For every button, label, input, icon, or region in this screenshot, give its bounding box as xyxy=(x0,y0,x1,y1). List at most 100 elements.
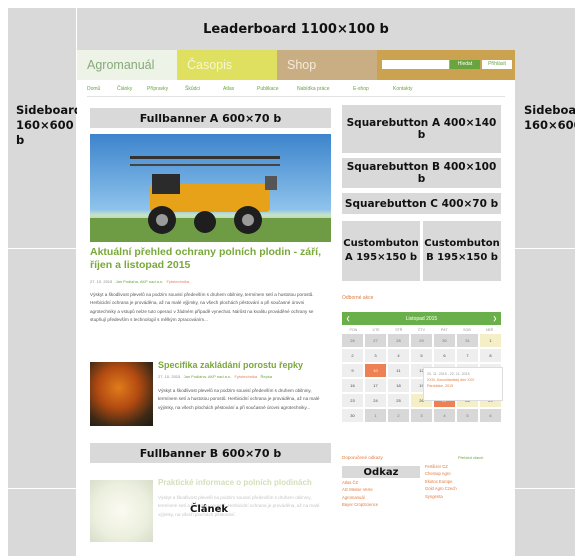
custombutton-b-ad[interactable]: Custombuton B 195×150 b xyxy=(423,221,501,281)
nav-item-nabidka-prace[interactable]: Nabídka práce xyxy=(297,81,353,97)
article-1-author[interactable]: Jan Podlaha, AKP nad a.s. xyxy=(116,279,164,284)
nav-item-skudci[interactable]: Škůdci xyxy=(185,81,223,97)
site-preview: Agromanuál Časopis Shop Hledat Přihlásit… xyxy=(77,50,515,556)
nav-item-clanky[interactable]: Články xyxy=(117,81,147,97)
tab-shop[interactable]: Shop xyxy=(277,50,377,80)
article-2-meta: 27. 10. 2015 Jan Podlaha, AKP nad a.s. F… xyxy=(158,374,272,379)
sideboard-right-label: Sideboard 160×600 b xyxy=(524,103,575,132)
calendar-day[interactable]: 3 xyxy=(365,349,386,362)
article-2-author[interactable]: Jan Podlaha, AKP nad a.s. xyxy=(184,374,232,379)
calendar-day[interactable]: 30 xyxy=(434,334,455,347)
calendar-day[interactable]: 10 xyxy=(365,364,386,377)
login-link[interactable]: Přihlásit xyxy=(482,60,512,69)
weekday: PÁT xyxy=(440,327,448,332)
link-item[interactable]: Syngenta xyxy=(425,493,457,500)
divider xyxy=(8,488,76,489)
link-item[interactable]: Atlas ČZ xyxy=(342,479,378,486)
squarebutton-b-label: Squarebutton B 400×100 b xyxy=(346,161,497,185)
squarebutton-c-ad[interactable]: Squarebutton C 400×70 b xyxy=(342,193,501,214)
calendar-day[interactable]: 4 xyxy=(388,349,409,362)
calendar-day[interactable]: 26 xyxy=(342,334,363,347)
nav-item-pripravky[interactable]: Přípravky xyxy=(147,81,185,97)
weekday: ČTV xyxy=(417,327,426,332)
calendar-day[interactable]: 6 xyxy=(480,409,501,422)
weekday: PON xyxy=(349,327,358,332)
calendar-day[interactable]: 4 xyxy=(434,409,455,422)
calendar-day[interactable]: 28 xyxy=(388,334,409,347)
article-1-title[interactable]: Aktuální přehled ochrany polních plodin … xyxy=(90,246,331,272)
odkaz-ad[interactable]: Odkaz xyxy=(342,466,420,478)
flower-photo xyxy=(90,480,153,542)
calendar-day[interactable]: 1 xyxy=(480,334,501,347)
fullbanner-a-ad[interactable]: Fullbanner A 600×70 b xyxy=(90,108,331,128)
weekday: STŘ xyxy=(395,327,403,332)
nav-item-domu[interactable]: Domů xyxy=(87,81,117,97)
link-item[interactable]: Bayer CropScience xyxy=(342,501,378,508)
link-item[interactable]: Fertilizer CZ xyxy=(425,463,457,470)
calendar-day[interactable]: 16 xyxy=(342,379,363,392)
sideboard-left-ad[interactable]: Sideboard 160×600 b xyxy=(8,8,82,556)
sideboard-right-ad[interactable]: Sideboard 160×600 b xyxy=(515,8,575,556)
recommended-links-heading: Doporučené odkazy xyxy=(342,455,383,460)
calendar-day[interactable]: 29 xyxy=(411,334,432,347)
link-item[interactable]: Chemap Agro xyxy=(425,470,457,477)
link-item[interactable]: Agromanuál xyxy=(342,494,378,501)
chevron-left-icon[interactable]: ❮ xyxy=(346,316,350,322)
calendar-day[interactable]: 5 xyxy=(411,349,432,362)
calendar-day[interactable]: 6 xyxy=(434,349,455,362)
odkaz-label: Odkaz xyxy=(363,466,399,478)
calendar-day[interactable]: 24 xyxy=(365,394,386,407)
calendar-day[interactable]: 30 xyxy=(342,409,363,422)
chevron-right-icon[interactable]: ❯ xyxy=(493,316,497,322)
calendar-day[interactable]: 27 xyxy=(365,334,386,347)
tab-casopis[interactable]: Časopis xyxy=(177,50,277,80)
nav-item-publikace[interactable]: Publikace xyxy=(257,81,297,97)
pepper-photo[interactable] xyxy=(90,362,153,426)
article-1-meta: 27. 10. 2015 Jan Podlaha, AKP nad a.s. F… xyxy=(90,279,189,284)
article-2-tag[interactable]: Fytotechnika xyxy=(234,374,257,379)
calendar-event-popup[interactable]: 20. 11. 2015 - 22. 11. 2015 XXIV. Konzul… xyxy=(423,367,503,401)
calendar-day[interactable]: 9 xyxy=(342,364,363,377)
divider xyxy=(515,248,575,249)
search-button[interactable]: Hledat xyxy=(450,60,480,69)
calendar-title: Listopad 2015 xyxy=(405,315,438,322)
tractor-photo[interactable] xyxy=(90,134,331,242)
calendar-day[interactable]: 7 xyxy=(457,349,478,362)
search-bar: Hledat Přihlásit xyxy=(377,50,515,80)
squarebutton-a-label: Squarebutton A 400×140 b xyxy=(346,117,497,141)
fullbanner-b-ad[interactable]: Fullbanner B 600×70 b xyxy=(90,443,331,463)
link-item[interactable]: Ekotox Europe xyxy=(425,478,457,485)
recommended-links-left: Atlas ČZ AG Messe Verre Agromanuál Bayer… xyxy=(342,479,378,509)
calendar-day[interactable]: 31 xyxy=(457,334,478,347)
calendar-day[interactable]: 11 xyxy=(388,364,409,377)
nav-item-atlas[interactable]: Atlas xyxy=(223,81,257,97)
nav-item-kontakty[interactable]: Kontakty xyxy=(393,81,433,97)
calendar-day[interactable]: 2 xyxy=(342,349,363,362)
article-2-extra-tag[interactable]: Řepka xyxy=(261,374,273,379)
search-input[interactable] xyxy=(382,60,449,69)
calendar-day[interactable]: 2 xyxy=(388,409,409,422)
top-tabs: Agromanuál Časopis Shop Hledat Přihlásit xyxy=(77,50,515,80)
calendar-day[interactable]: 18 xyxy=(388,379,409,392)
squarebutton-a-ad[interactable]: Squarebutton A 400×140 b xyxy=(342,105,501,153)
article-2-title[interactable]: Specifika zakládání porostu řepky xyxy=(158,360,303,370)
calendar-day[interactable]: 5 xyxy=(457,409,478,422)
all-links-link[interactable]: Přehled všech xyxy=(458,455,483,460)
squarebutton-b-ad[interactable]: Squarebutton B 400×100 b xyxy=(342,158,501,188)
custombutton-a-ad[interactable]: Custombuton A 195×150 b xyxy=(342,221,420,281)
odborne-akce-heading[interactable]: Odborné akce xyxy=(342,295,373,301)
calendar-day[interactable]: 25 xyxy=(388,394,409,407)
leaderboard-ad[interactable]: Leaderboard 1100×100 b xyxy=(77,8,515,50)
calendar-day[interactable]: 17 xyxy=(365,379,386,392)
tab-agromanual[interactable]: Agromanuál xyxy=(77,50,177,80)
calendar-day[interactable]: 23 xyxy=(342,394,363,407)
calendar-day[interactable]: 8 xyxy=(480,349,501,362)
nav-item-eshop[interactable]: E-shop xyxy=(353,81,393,97)
article-1-tag[interactable]: Fytotechnika xyxy=(166,279,189,284)
calendar-day[interactable]: 3 xyxy=(411,409,432,422)
weekday: ÚTE xyxy=(372,327,380,332)
calendar-day[interactable]: 1 xyxy=(365,409,386,422)
link-item[interactable]: AG Messe Verre xyxy=(342,486,378,493)
divider xyxy=(515,488,575,489)
link-item[interactable]: Gold Agro Czech xyxy=(425,485,457,492)
